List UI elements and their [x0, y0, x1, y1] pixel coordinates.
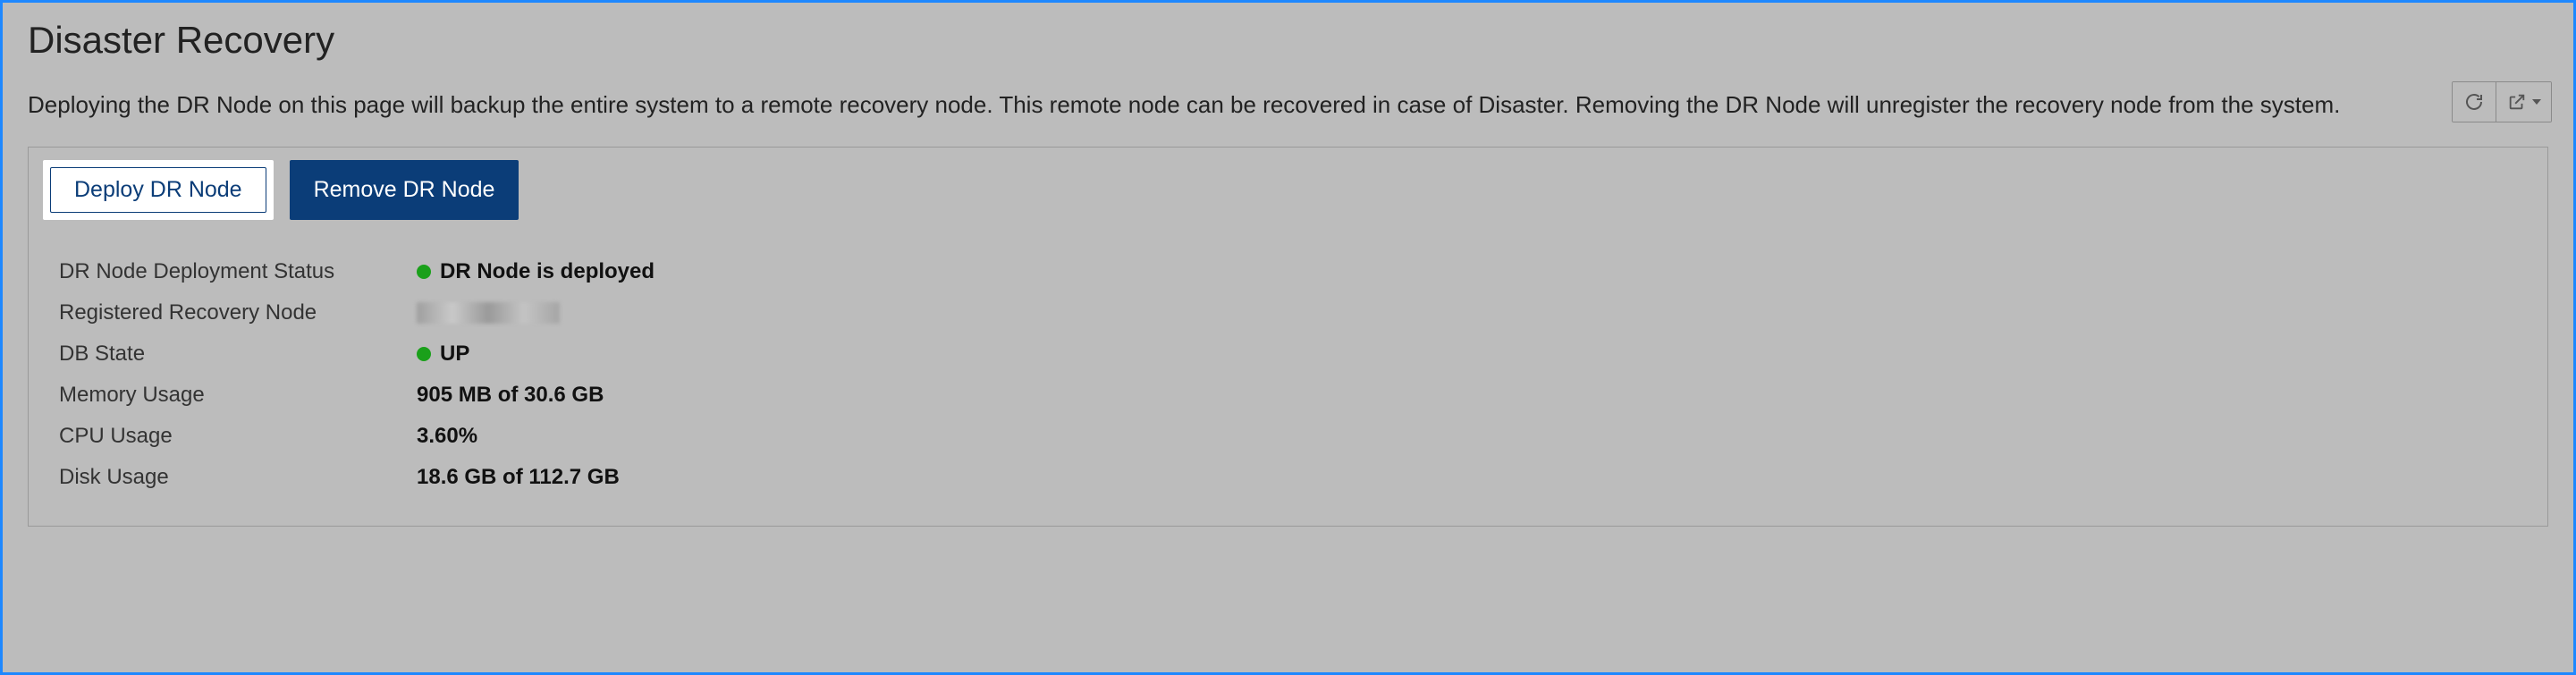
deployment-status-label: DR Node Deployment Status	[59, 259, 417, 284]
status-dot-icon	[417, 265, 431, 279]
memory-usage-label: Memory Usage	[59, 383, 417, 408]
status-dot-icon	[417, 347, 431, 361]
page-description: Deploying the DR Node on this page will …	[28, 83, 2352, 127]
chevron-down-icon	[2532, 99, 2541, 105]
external-link-icon	[2507, 92, 2527, 112]
db-state-label: DB State	[59, 342, 417, 367]
recovery-node-label: Registered Recovery Node	[59, 300, 417, 325]
remove-dr-node-button[interactable]: Remove DR Node	[290, 160, 519, 220]
page-title: Disaster Recovery	[28, 19, 2548, 62]
recovery-node-value	[417, 300, 2533, 325]
deployment-status-value: DR Node is deployed	[417, 259, 2533, 284]
deploy-highlight: Deploy DR Node	[43, 160, 274, 220]
refresh-button[interactable]	[2453, 82, 2496, 122]
db-state-value: UP	[417, 342, 2533, 367]
status-details: DR Node Deployment Status DR Node is dep…	[43, 259, 2533, 490]
refresh-icon	[2463, 91, 2485, 113]
action-buttons: Deploy DR Node Remove DR Node	[43, 160, 2533, 220]
memory-usage-value: 905 MB of 30.6 GB	[417, 383, 2533, 408]
external-link-dropdown[interactable]	[2496, 82, 2551, 122]
deploy-dr-node-button[interactable]: Deploy DR Node	[50, 167, 266, 213]
db-state-text: UP	[440, 342, 469, 367]
dr-panel: Deploy DR Node Remove DR Node DR Node De…	[28, 147, 2548, 527]
recovery-node-redacted	[417, 302, 560, 324]
cpu-usage-label: CPU Usage	[59, 424, 417, 449]
deployment-status-text: DR Node is deployed	[440, 259, 655, 284]
disk-usage-label: Disk Usage	[59, 465, 417, 490]
toolbar	[2452, 81, 2552, 122]
cpu-usage-value: 3.60%	[417, 424, 2533, 449]
disk-usage-value: 18.6 GB of 112.7 GB	[417, 465, 2533, 490]
